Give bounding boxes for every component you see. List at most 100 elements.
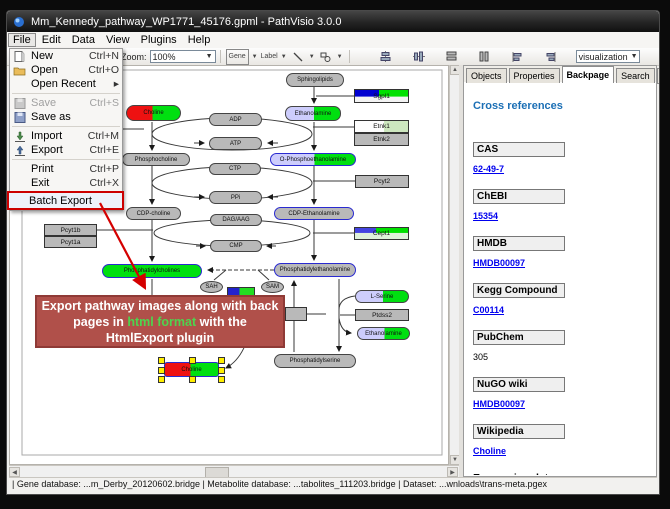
node-ethanolamine-bottom[interactable]: Ethanolamine (357, 327, 410, 340)
file-menu-exit[interactable]: ExitCtrl+X (10, 176, 122, 190)
import-icon (13, 131, 27, 142)
node-phosphatidylethanolamine[interactable]: Phosphatidylethanolamine (274, 263, 356, 277)
selection-handle[interactable] (158, 367, 165, 374)
gene-ptdss2[interactable]: Ptdss2 (355, 309, 409, 321)
backpage-section-header: PubChem (473, 330, 565, 345)
node-phosphatidylcholines[interactable]: Phosphatidylcholines (102, 264, 202, 278)
align-left-button[interactable] (510, 50, 526, 64)
selection-handle[interactable] (218, 376, 225, 383)
menu-file[interactable]: File (8, 33, 36, 47)
tab-legend[interactable]: Legend (657, 68, 660, 84)
node-cmp[interactable]: CMP (210, 240, 262, 252)
tab-properties[interactable]: Properties (509, 68, 560, 84)
chevron-down-icon[interactable]: ▼ (252, 54, 258, 60)
add-label-button[interactable]: Label (261, 50, 278, 64)
chevron-down-icon[interactable]: ▼ (281, 54, 287, 60)
node-sam[interactable]: SAM (261, 281, 284, 293)
align-center-button[interactable] (378, 50, 394, 64)
backpage-link[interactable]: HMDB00097 (473, 258, 655, 268)
gene-etnk1[interactable]: Etnk1 (354, 120, 409, 133)
node-sah[interactable]: SAH (200, 281, 223, 293)
node-ctp[interactable]: CTP (209, 163, 261, 175)
file-menu-save-as[interactable]: Save as (10, 110, 122, 124)
node-sphingolipids[interactable]: Sphingolipids (286, 73, 344, 87)
selection-handle[interactable] (158, 376, 165, 383)
selection-handle[interactable] (218, 357, 225, 364)
zoom-combobox[interactable]: 100%▼ (150, 50, 216, 63)
align-right-icon (545, 52, 556, 62)
cross-references-heading: Cross references (473, 100, 655, 112)
menu-help[interactable]: Help (183, 33, 216, 47)
gene-pcyt2[interactable]: Pcyt2 (355, 175, 409, 188)
node-adp[interactable]: ADP (209, 113, 262, 126)
selection-handle[interactable] (189, 357, 196, 364)
stack-horizontal-button[interactable] (477, 50, 493, 64)
selection-handle[interactable] (218, 367, 225, 374)
backpage-link[interactable]: HMDB00097 (473, 399, 655, 409)
stack-vertical-button[interactable] (444, 50, 460, 64)
node-cdp-ethanolamine[interactable]: CDP-Ethanolamine (274, 207, 354, 220)
align-middle-button[interactable] (411, 50, 427, 64)
backpage-value: 305 (473, 352, 655, 362)
file-menu-save[interactable]: SaveCtrl+S (10, 96, 122, 110)
gene-cept1[interactable]: Cept1 (354, 227, 409, 240)
menu-separator (12, 159, 120, 160)
node-phosphatidylserine[interactable]: Phosphatidylserine (274, 354, 356, 368)
export-icon (13, 145, 27, 156)
chevron-down-icon[interactable]: ▼ (309, 54, 315, 60)
visualization-combobox[interactable]: visualization▼ (576, 50, 640, 63)
backpage-section-header: CAS (473, 142, 565, 157)
file-menu-open[interactable]: OpenCtrl+O (10, 63, 122, 77)
backpage-link[interactable]: Choline (473, 446, 655, 456)
node-cdp-choline[interactable]: CDP-choline (126, 207, 181, 220)
add-gene-button[interactable]: Gene (226, 49, 249, 65)
gene-etnk2[interactable]: Etnk2 (354, 133, 409, 146)
gene-box-partial[interactable] (285, 307, 307, 321)
scroll-left-icon[interactable]: ◀ (9, 467, 20, 477)
canvas-vertical-scrollbar[interactable]: ▲ ▼ (449, 65, 459, 465)
tab-backpage[interactable]: Backpage (562, 66, 615, 84)
draw-shape-button[interactable] (318, 50, 334, 64)
tab-search[interactable]: Search (616, 68, 655, 84)
draw-line-button[interactable] (290, 50, 306, 64)
node-choline-top[interactable]: Choline (126, 105, 181, 121)
file-menu-print[interactable]: PrintCtrl+P (10, 162, 122, 176)
gene-pcyt1b[interactable]: Pcyt1b (44, 224, 97, 236)
menu-data[interactable]: Data (67, 33, 100, 47)
node-ethanolamine-top[interactable]: Ethanolamine (285, 106, 341, 121)
node-l-serine[interactable]: L-Serine (355, 290, 409, 303)
file-menu-export[interactable]: ExportCtrl+E (10, 143, 122, 157)
toolbar-separator (349, 50, 350, 63)
file-menu-new[interactable]: NewCtrl+N (10, 49, 122, 63)
backpage-link[interactable]: C00114 (473, 305, 655, 315)
gene-sgpl1[interactable]: Sgpl1 (354, 89, 409, 103)
align-middle-icon (413, 51, 425, 62)
chevron-down-icon[interactable]: ▼ (337, 54, 343, 60)
file-menu-batch-export[interactable]: Batch Export (7, 191, 124, 210)
file-menu-open-recent[interactable]: Open Recent ▸ (10, 77, 122, 91)
menu-view[interactable]: View (101, 33, 135, 47)
scroll-right-icon[interactable]: ▶ (447, 467, 458, 477)
gene-pcyt1a[interactable]: Pcyt1a (44, 236, 97, 248)
node-atp[interactable]: ATP (209, 137, 262, 150)
node-o-phosphoethanolamine[interactable]: O-Phosphoethanolamine (270, 153, 356, 166)
node-choline-selected[interactable]: Choline (164, 362, 219, 377)
backpage-link[interactable]: 15354 (473, 211, 655, 221)
shape-icon (320, 52, 331, 62)
stack-horizontal-icon (479, 51, 490, 62)
node-ppi[interactable]: PPi (209, 191, 262, 204)
tab-objects[interactable]: Objects (466, 68, 507, 84)
align-right-button[interactable] (543, 50, 559, 64)
line-icon (293, 52, 303, 62)
file-menu-import[interactable]: ImportCtrl+M (10, 129, 122, 143)
stack-vertical-icon (446, 51, 457, 62)
node-dag-aag[interactable]: DAG/AAG (210, 214, 262, 226)
title-bar[interactable]: Mm_Kennedy_pathway_WP1771_45176.gpml - P… (7, 11, 659, 32)
menu-plugins[interactable]: Plugins (136, 33, 182, 47)
menu-edit[interactable]: Edit (37, 33, 66, 47)
canvas-horizontal-scrollbar[interactable]: ◀ ▶ (9, 465, 459, 477)
backpage-link[interactable]: 62-49-7 (473, 164, 655, 174)
node-phosphocholine[interactable]: Phosphocholine (122, 153, 190, 166)
selection-handle[interactable] (189, 376, 196, 383)
selection-handle[interactable] (158, 357, 165, 364)
